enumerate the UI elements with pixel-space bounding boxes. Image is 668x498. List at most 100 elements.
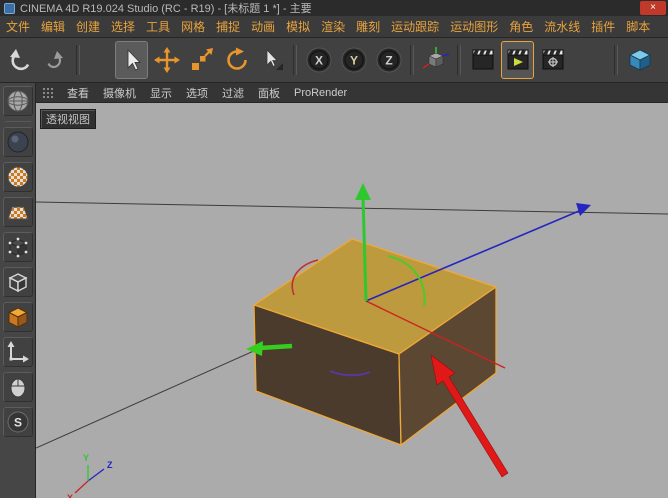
toolbar-separator bbox=[293, 45, 297, 75]
scale-tool-icon bbox=[188, 46, 216, 74]
viewport-menu-bar: 查看 摄像机 显示 选项 过滤 面板 ProRender bbox=[36, 83, 668, 103]
enable-axis-icon bbox=[5, 339, 31, 365]
viewport-menu-item-cameras[interactable]: 摄像机 bbox=[103, 85, 136, 101]
menu-item-sculpt[interactable]: 雕刻 bbox=[356, 18, 380, 35]
render-picture-viewer-icon bbox=[504, 46, 532, 74]
viewport-canvas[interactable]: Z Y X bbox=[36, 103, 668, 498]
viewport-menu-item-display[interactable]: 显示 bbox=[150, 85, 172, 101]
toolbar-separator bbox=[410, 45, 414, 75]
y-axis-icon: Y bbox=[339, 45, 369, 75]
menu-item-mesh[interactable]: 网格 bbox=[181, 18, 205, 35]
move-tool-button[interactable] bbox=[150, 41, 183, 79]
redo-icon bbox=[44, 49, 66, 71]
viewport-menu-item-view[interactable]: 查看 bbox=[67, 85, 89, 101]
polygons-mode-button[interactable] bbox=[3, 302, 33, 332]
snap-button[interactable]: S bbox=[3, 407, 33, 437]
menu-item-create[interactable]: 创建 bbox=[76, 18, 100, 35]
menu-item-simulate[interactable]: 模拟 bbox=[286, 18, 310, 35]
menu-item-pipeline[interactable]: 流水线 bbox=[544, 18, 580, 35]
viewport-menu-item-options[interactable]: 选项 bbox=[186, 85, 208, 101]
edges-mode-button[interactable] bbox=[3, 267, 33, 297]
rotate-tool-button[interactable] bbox=[220, 41, 253, 79]
palette-divider bbox=[5, 121, 31, 122]
undo-icon bbox=[7, 47, 33, 73]
menu-item-select[interactable]: 选择 bbox=[111, 18, 135, 35]
mode-palette: S bbox=[0, 83, 36, 498]
edges-mode-icon bbox=[5, 269, 31, 295]
menu-item-animate[interactable]: 动画 bbox=[251, 18, 275, 35]
texture-mode-button[interactable] bbox=[3, 162, 33, 192]
axis-indicator-y-label: Y bbox=[83, 453, 89, 463]
menu-item-mograph[interactable]: 运动图形 bbox=[450, 18, 498, 35]
svg-text:S: S bbox=[13, 416, 21, 430]
model-mode-button[interactable] bbox=[3, 127, 33, 157]
coordinate-system-button[interactable] bbox=[419, 41, 452, 79]
add-cube-button[interactable] bbox=[623, 41, 656, 79]
model-mode-icon bbox=[5, 129, 31, 155]
tweak-mode-button[interactable] bbox=[3, 372, 33, 402]
mouse-icon bbox=[5, 374, 31, 400]
redo-button[interactable] bbox=[38, 41, 71, 79]
render-settings-icon bbox=[539, 46, 567, 74]
menu-item-tools[interactable]: 工具 bbox=[146, 18, 170, 35]
render-picture-viewer-button[interactable] bbox=[501, 41, 534, 79]
menu-bar: 文件 编辑 创建 选择 工具 网格 捕捉 动画 模拟 渲染 雕刻 运动跟踪 运动… bbox=[0, 16, 668, 38]
render-view-button[interactable] bbox=[466, 41, 499, 79]
lock-x-axis-button[interactable]: X bbox=[302, 41, 335, 79]
perspective-viewport[interactable]: 透视视图 bbox=[36, 103, 668, 498]
points-mode-icon bbox=[5, 234, 31, 260]
menu-item-snap[interactable]: 捕捉 bbox=[216, 18, 240, 35]
viewport-menu-item-prorender[interactable]: ProRender bbox=[294, 87, 347, 99]
menu-item-motion-tracker[interactable]: 运动跟踪 bbox=[391, 18, 439, 35]
enable-axis-button[interactable] bbox=[3, 337, 33, 367]
menu-item-file[interactable]: 文件 bbox=[6, 18, 30, 35]
z-axis-icon: Z bbox=[374, 45, 404, 75]
viewport-menu-item-filter[interactable]: 过滤 bbox=[222, 85, 244, 101]
window-title: CINEMA 4D R19.024 Studio (RC - R19) - [未… bbox=[20, 0, 312, 16]
last-tool-button[interactable] bbox=[255, 41, 288, 79]
svg-text:Z: Z bbox=[385, 54, 392, 68]
make-editable-icon bbox=[5, 88, 31, 114]
make-editable-button[interactable] bbox=[3, 86, 33, 116]
svg-text:Y: Y bbox=[349, 54, 357, 68]
scale-tool-button[interactable] bbox=[185, 41, 218, 79]
render-settings-button[interactable] bbox=[536, 41, 569, 79]
move-tool-icon bbox=[153, 46, 181, 74]
polygons-mode-icon bbox=[5, 304, 31, 330]
menu-item-edit[interactable]: 编辑 bbox=[41, 18, 65, 35]
render-view-icon bbox=[469, 46, 497, 74]
cube-primitive-icon bbox=[626, 46, 654, 74]
x-axis-icon: X bbox=[304, 45, 334, 75]
close-button[interactable]: × bbox=[640, 1, 666, 15]
pen-tool-button[interactable] bbox=[658, 41, 668, 79]
workplane-mode-button[interactable] bbox=[3, 197, 33, 227]
snap-icon: S bbox=[5, 409, 31, 435]
viewport-menu-grip-icon[interactable] bbox=[43, 88, 53, 98]
live-selection-button[interactable] bbox=[115, 41, 148, 79]
axis-indicator-x-label: X bbox=[67, 493, 73, 498]
menu-item-script[interactable]: 脚本 bbox=[626, 18, 650, 35]
rotate-tool-icon bbox=[223, 46, 251, 74]
main-area: S 查看 摄像机 显示 选项 过滤 面板 ProRender 透视视图 bbox=[0, 83, 668, 498]
axis-indicator-z-label: Z bbox=[107, 460, 113, 470]
menu-item-character[interactable]: 角色 bbox=[509, 18, 533, 35]
main-toolbar: X Y Z bbox=[0, 38, 668, 83]
title-bar: CINEMA 4D R19.024 Studio (RC - R19) - [未… bbox=[0, 0, 668, 16]
menu-item-plugins[interactable]: 插件 bbox=[591, 18, 615, 35]
coordinate-system-icon bbox=[421, 45, 451, 75]
viewport-menu-item-panel[interactable]: 面板 bbox=[258, 85, 280, 101]
svg-text:X: X bbox=[314, 54, 322, 68]
lock-y-axis-button[interactable]: Y bbox=[337, 41, 370, 79]
undo-button[interactable] bbox=[3, 41, 36, 79]
view-label: 透视视图 bbox=[40, 109, 96, 129]
texture-mode-icon bbox=[5, 164, 31, 190]
toolbar-separator bbox=[457, 45, 461, 75]
points-mode-button[interactable] bbox=[3, 232, 33, 262]
viewport-column: 查看 摄像机 显示 选项 过滤 面板 ProRender 透视视图 bbox=[36, 83, 668, 498]
pen-tool-icon bbox=[661, 46, 668, 74]
lock-z-axis-button[interactable]: Z bbox=[372, 41, 405, 79]
menu-item-render[interactable]: 渲染 bbox=[321, 18, 345, 35]
toolbar-separator bbox=[76, 45, 80, 75]
toolbar-separator bbox=[614, 45, 618, 75]
selection-cursor-icon bbox=[119, 47, 145, 73]
